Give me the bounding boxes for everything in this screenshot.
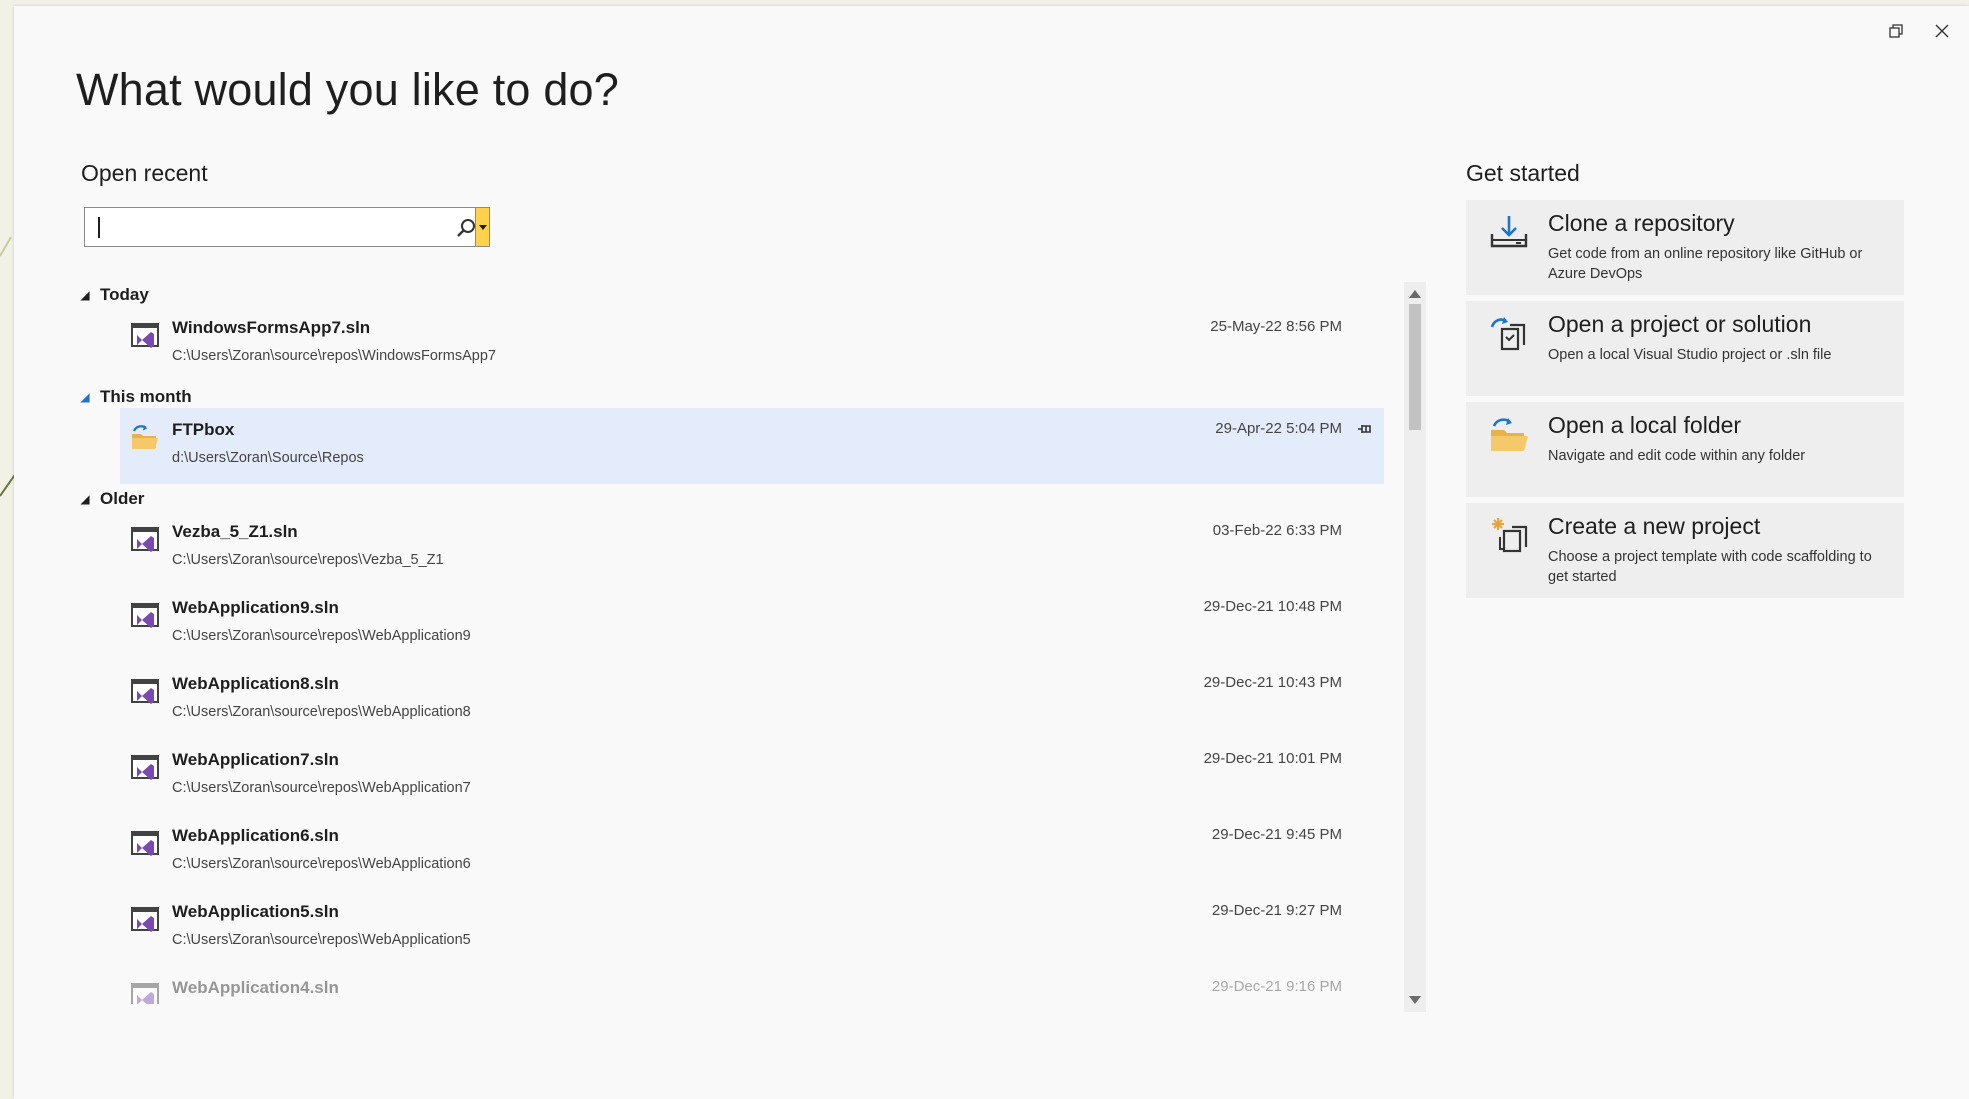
recent-search-box[interactable] <box>84 207 490 247</box>
restore-icon <box>1889 24 1903 38</box>
page-title: What would you like to do? <box>76 64 620 115</box>
open-recent-heading: Open recent <box>81 160 208 186</box>
vs-solution-icon <box>131 831 159 856</box>
background-decoration <box>0 236 12 257</box>
open-folder-icon <box>1491 418 1528 451</box>
recent-list: ◢ Today WindowsFormsApp7.sln C:\Users\Zo… <box>76 276 1384 1004</box>
list-item[interactable]: WebApplication4.sln 29-Dec-21 9:16 PM <box>120 966 1384 1004</box>
list-item[interactable]: WindowsFormsApp7.sln C:\Users\Zoran\sour… <box>120 306 1384 382</box>
vs-solution-icon <box>131 755 159 780</box>
vs-solution-icon <box>131 679 159 704</box>
list-item[interactable]: WebApplication7.sln C:\Users\Zoran\sourc… <box>120 738 1384 814</box>
clone-repository-card[interactable]: Clone a repository Get code from an onli… <box>1466 200 1904 295</box>
recent-list-scrollbar[interactable] <box>1404 282 1426 1012</box>
scroll-up-arrow-icon[interactable] <box>1409 290 1421 298</box>
collapse-triangle-icon: ◢ <box>80 390 90 404</box>
get-started-heading: Get started <box>1466 160 1580 186</box>
scrollbar-thumb[interactable] <box>1409 304 1421 430</box>
vs-solution-icon <box>131 603 159 628</box>
search-input[interactable] <box>85 208 441 246</box>
open-project-card[interactable]: Open a project or solution Open a local … <box>1466 301 1904 396</box>
list-item[interactable]: WebApplication9.sln C:\Users\Zoran\sourc… <box>120 586 1384 662</box>
clone-download-icon <box>1490 216 1528 248</box>
new-project-icon <box>1492 518 1528 553</box>
restore-button[interactable] <box>1876 16 1916 46</box>
folder-icon <box>132 425 158 449</box>
collapse-triangle-icon: ◢ <box>80 288 90 302</box>
close-button[interactable] <box>1922 16 1962 46</box>
scroll-down-arrow-icon[interactable] <box>1409 996 1421 1004</box>
list-item[interactable]: WebApplication8.sln C:\Users\Zoran\sourc… <box>120 662 1384 738</box>
vs-solution-icon <box>131 983 159 1004</box>
collapse-triangle-icon: ◢ <box>80 492 90 506</box>
close-icon <box>1935 24 1949 38</box>
vs-solution-icon <box>131 323 159 348</box>
list-item[interactable]: Vezba_5_Z1.sln C:\Users\Zoran\source\rep… <box>120 510 1384 586</box>
vs-solution-icon <box>131 527 159 552</box>
open-folder-card[interactable]: Open a local folder Navigate and edit co… <box>1466 402 1904 497</box>
search-options-dropdown[interactable] <box>475 208 489 246</box>
text-cursor <box>98 217 100 238</box>
list-item[interactable]: WebApplication6.sln C:\Users\Zoran\sourc… <box>120 814 1384 890</box>
list-item[interactable]: WebApplication5.sln C:\Users\Zoran\sourc… <box>120 890 1384 966</box>
open-project-icon <box>1490 317 1526 351</box>
start-window: What would you like to do? Open recent ◢… <box>14 6 1969 1099</box>
vs-solution-icon <box>131 907 159 932</box>
pin-icon[interactable] <box>1356 420 1374 438</box>
list-item[interactable]: FTPbox d:\Users\Zoran\Source\Repos 29-Ap… <box>120 408 1384 484</box>
search-icon[interactable] <box>455 217 477 239</box>
create-project-card[interactable]: Create a new project Choose a project te… <box>1466 503 1904 598</box>
